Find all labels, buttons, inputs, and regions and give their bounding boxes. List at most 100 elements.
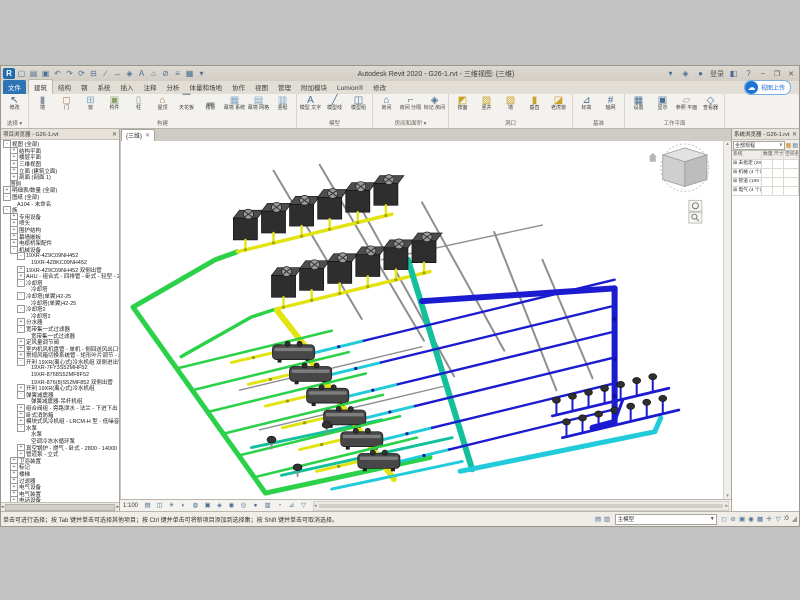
- ribbon-button[interactable]: ▮垂直: [523, 95, 546, 119]
- tree-item[interactable]: -水泵: [1, 425, 119, 432]
- ribbon-button[interactable]: ⌐房间 分隔: [399, 95, 422, 119]
- ribbon-button[interactable]: ▣构件: [103, 95, 126, 119]
- system-row[interactable]: ⊞ 管道 (189 个...): [732, 178, 799, 187]
- ribbon-button[interactable]: ▣显示: [651, 95, 674, 119]
- ribbon-button[interactable]: ▔天花板: [175, 95, 198, 119]
- new-icon[interactable]: ▢: [16, 68, 27, 79]
- tree-item[interactable]: A104 - 未命名: [1, 200, 119, 207]
- navigation-bar[interactable]: [689, 200, 702, 223]
- canvas-hscrollbar[interactable]: ◂▸: [313, 501, 729, 511]
- select-by-face-icon[interactable]: ▦: [756, 515, 765, 523]
- print-icon[interactable]: ⊟: [88, 68, 99, 79]
- ribbon-button[interactable]: ▥竖梃: [271, 95, 294, 119]
- ribbon-button[interactable]: ⊞窗: [79, 95, 102, 119]
- ribbon-button[interactable]: ⊿标高: [575, 95, 598, 119]
- sun-path-icon[interactable]: ☀: [166, 501, 177, 511]
- ribbon-button[interactable]: ◪老虎窗: [547, 95, 570, 119]
- shadows-icon[interactable]: ◐: [178, 501, 189, 511]
- revit-logo[interactable]: R: [3, 68, 15, 79]
- lock-view-icon[interactable]: ◉: [226, 501, 237, 511]
- default-3d-view-icon[interactable]: ⌂: [148, 68, 159, 79]
- worksharing-display-icon[interactable]: ▥: [262, 501, 273, 511]
- tree-item[interactable]: 19XR-7FY3S52MHF52: [1, 365, 119, 372]
- detail-level-icon[interactable]: ▤: [142, 501, 153, 511]
- ribbon-button[interactable]: ▯柱: [127, 95, 150, 119]
- search-icon[interactable]: ▾: [665, 68, 676, 79]
- column-header[interactable]: 空间名称: [784, 151, 799, 159]
- customize-icon[interactable]: ▾: [196, 68, 207, 79]
- select-pinned-icon[interactable]: ◉: [747, 515, 756, 523]
- ribbon-tab-10[interactable]: 视图: [250, 80, 273, 94]
- canvas-vscrollbar[interactable]: ▴▾: [723, 141, 731, 499]
- column-header[interactable]: 尺寸: [773, 151, 784, 159]
- expand-all-icon[interactable]: ▦: [786, 142, 792, 149]
- system-row[interactable]: ⊞ 未指定 (28 项): [732, 160, 799, 169]
- rendering-icon[interactable]: ◍: [190, 501, 201, 511]
- ribbon-tab-1[interactable]: 建筑: [28, 79, 53, 94]
- tree-item[interactable]: -冷却塔2: [1, 306, 119, 313]
- upload-button[interactable]: ☁ 视图上传: [744, 80, 791, 95]
- visual-style-icon[interactable]: ◫: [154, 501, 165, 511]
- save-icon[interactable]: ▣: [40, 68, 51, 79]
- project-browser-close-icon[interactable]: ✕: [112, 131, 117, 138]
- ribbon-button[interactable]: ▂楼板: [199, 95, 222, 119]
- temporary-hide-icon[interactable]: ◎: [238, 501, 249, 511]
- system-row[interactable]: ⊞ 机械 (4 个系统): [732, 169, 799, 178]
- ribbon-tab-5[interactable]: 插入: [116, 80, 139, 94]
- ribbon-button[interactable]: ▨竖井: [475, 95, 498, 119]
- open-icon[interactable]: ▤: [28, 68, 39, 79]
- ribbon-tab-6[interactable]: 注释: [139, 80, 162, 94]
- system-browser-close-icon[interactable]: ✕: [792, 131, 797, 138]
- column-header[interactable]: 系统: [732, 151, 762, 159]
- project-browser-hscrollbar[interactable]: ◂▸: [1, 502, 119, 511]
- ribbon-button[interactable]: ⌂屋顶: [151, 95, 174, 119]
- ribbon-button[interactable]: #轴网: [599, 95, 622, 119]
- ribbon-tab-4[interactable]: 系统: [93, 80, 116, 94]
- app-store-icon[interactable]: ◧: [728, 68, 739, 79]
- constraints-icon[interactable]: ▽: [298, 501, 309, 511]
- system-row[interactable]: ⊞ 电气 (4 个系统): [732, 187, 799, 196]
- measure-icon[interactable]: ∕: [100, 68, 111, 79]
- viewcube[interactable]: [649, 144, 709, 191]
- ribbon-button[interactable]: ╱模型线: [323, 95, 346, 119]
- ribbon-button[interactable]: ▧墙: [499, 95, 522, 119]
- ribbon-tab-9[interactable]: 协作: [227, 80, 250, 94]
- tree-item[interactable]: -冷却塔: [1, 279, 119, 286]
- filter-icon[interactable]: ▽: [774, 515, 783, 523]
- restore-button[interactable]: ❒: [772, 70, 782, 78]
- select-underlay-icon[interactable]: ▣: [738, 515, 747, 523]
- ribbon-tab-13[interactable]: Lumion®: [332, 83, 368, 94]
- ribbon-button[interactable]: ◈标记 房间: [423, 95, 446, 119]
- show-crop-icon[interactable]: ◈: [214, 501, 225, 511]
- drag-on-selection-icon[interactable]: ✛: [765, 515, 774, 523]
- ribbon-button[interactable]: ▦设置: [627, 95, 650, 119]
- resize-grip[interactable]: ◢: [792, 515, 797, 523]
- section-icon[interactable]: ⊘: [160, 68, 171, 79]
- thin-lines-icon[interactable]: ≡: [172, 68, 183, 79]
- crop-view-icon[interactable]: ▣: [202, 501, 213, 511]
- undo-icon[interactable]: ↶: [52, 68, 63, 79]
- collapse-all-icon[interactable]: ▤: [792, 142, 798, 149]
- ribbon-tab-file[interactable]: 文件: [3, 80, 26, 94]
- ribbon-button[interactable]: ▱参照 平面: [675, 95, 698, 119]
- model-3d-view[interactable]: [121, 141, 731, 499]
- design-options-dropdown[interactable]: 主模型▾: [615, 514, 717, 525]
- ribbon-button[interactable]: ▤幕墙 网格: [247, 95, 270, 119]
- ribbon-tab-12[interactable]: 附加模块: [296, 80, 332, 94]
- tag-icon[interactable]: ◈: [124, 68, 135, 79]
- ribbon-button[interactable]: ⌂房间: [375, 95, 398, 119]
- design-options-icon[interactable]: ▥: [603, 515, 612, 523]
- select-links-icon[interactable]: ⊘: [729, 515, 738, 523]
- view-tab-3d[interactable]: {三维} ✕: [121, 129, 155, 141]
- worksets-icon[interactable]: ▤: [594, 515, 603, 523]
- communication-center-icon[interactable]: ◈: [680, 68, 691, 79]
- discipline-dropdown[interactable]: 全部规程∨: [733, 141, 785, 150]
- avatar-icon[interactable]: ●: [695, 68, 706, 79]
- editable-only-icon[interactable]: ◻: [720, 515, 729, 523]
- ribbon-button[interactable]: ◻门: [55, 95, 78, 119]
- aligned-dimension-icon[interactable]: ↔: [112, 68, 123, 79]
- ribbon-tab-2[interactable]: 结构: [53, 80, 76, 94]
- scale-control[interactable]: 1:100: [123, 503, 138, 509]
- tree-item[interactable]: -19XR-4Z9C09NH452: [1, 253, 119, 260]
- ribbon-tab-14[interactable]: 修改: [368, 80, 391, 94]
